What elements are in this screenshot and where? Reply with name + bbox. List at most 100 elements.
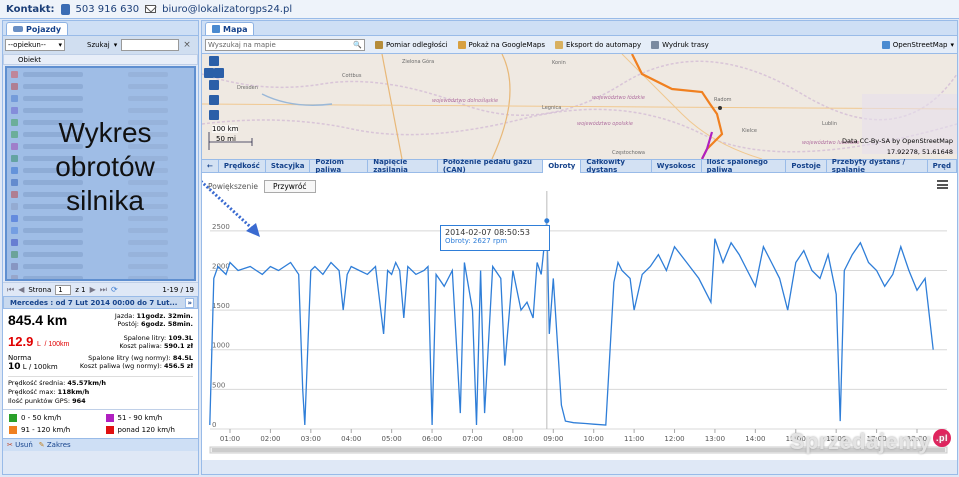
status-dot xyxy=(11,226,18,234)
chart-panel: Powiększenie Przywróć 0 500 1000 1500 2000 25… xyxy=(202,173,957,460)
prev-page-icon[interactable]: ◀ xyxy=(18,285,24,294)
fuel-consumption: 12.9 L / 100km xyxy=(8,334,69,349)
vehicles-grid[interactable]: Wykres obrotów silnika xyxy=(5,66,196,281)
grid-header-object[interactable]: Obiekt xyxy=(3,54,198,65)
tab-chart[interactable]: Pręd xyxy=(928,159,957,173)
map-view[interactable]: Cottbus Dresden Legnica Lublin Radom Kielce Cz… xyxy=(202,54,957,159)
status-dot xyxy=(11,214,18,222)
avg-speed-value: 45.57km/h xyxy=(67,379,107,387)
map-panel: Mapa Wyszukaj na mapie 🔍 Pomiar odległoś… xyxy=(201,20,958,475)
blurred-value xyxy=(128,107,168,113)
y-tick-label: 1500 xyxy=(212,302,230,310)
first-page-icon[interactable]: ⏮ xyxy=(7,285,14,295)
pager: ⏮ ◀ Strona 1 z 1 ▶ ⏭ ⟳ 1-19 / 19 xyxy=(3,282,198,296)
measure-distance-button[interactable]: Pomiar odległości xyxy=(375,40,448,49)
rpm-series-line xyxy=(209,220,934,426)
x-tick-label: 01:00 xyxy=(220,435,240,443)
table-row[interactable] xyxy=(7,236,194,248)
map-icon xyxy=(212,25,220,33)
tab-chart[interactable]: Prędkość xyxy=(219,159,266,173)
toolbar-label: Pomiar odległości xyxy=(386,40,448,49)
google-maps-button[interactable]: Pokaż na GoogleMaps xyxy=(457,40,545,49)
tab-chart[interactable]: Stacyjka xyxy=(266,159,311,173)
tab-chart[interactable]: Napięcie zasilania xyxy=(368,158,438,174)
tab-chart[interactable]: Poziom paliwa xyxy=(310,158,369,174)
tab-chart[interactable]: Postoje xyxy=(786,159,827,173)
page-range: 1-19 / 19 xyxy=(162,285,194,294)
fuel-used-value: 109.3L xyxy=(168,334,193,342)
table-row[interactable] xyxy=(7,104,194,116)
norm-fuel-label: Spalone litry (wg normy): xyxy=(88,354,171,362)
fuel-cost-label: Koszt paliwa: xyxy=(119,342,162,350)
watermark-logo: Sprzedajemy .pl xyxy=(790,429,951,455)
export-automapa-button[interactable]: Eksport do automapy xyxy=(554,40,641,49)
status-dot xyxy=(11,118,18,126)
fuel-cost-value: 590.1 zł xyxy=(163,342,193,350)
delete-tab[interactable]: ✂ Usuń xyxy=(7,441,33,449)
overlay-line: silnika xyxy=(66,185,144,216)
clear-search-icon[interactable]: × xyxy=(183,40,191,50)
table-row[interactable] xyxy=(7,68,194,80)
map-provider-value: OpenStreetMap xyxy=(892,40,948,49)
tab-vehicles[interactable]: Pojazdy xyxy=(6,22,69,35)
chevron-down-icon: ▾ xyxy=(113,41,118,49)
caretaker-select[interactable]: --opiekun-- ▾ xyxy=(5,39,65,51)
drive-time-value: 11godz. 32min. xyxy=(136,312,193,320)
tab-chart[interactable]: Całkowity dystans xyxy=(581,158,652,174)
fuel-unit-per: / 100km xyxy=(44,341,70,348)
tab-chart[interactable]: Wysokosc xyxy=(652,159,702,173)
map-scale-mi: 50 mi xyxy=(216,135,236,143)
legend-label: ponad 120 km/h xyxy=(117,426,175,434)
table-row[interactable] xyxy=(7,272,194,279)
x-tick-label: 05:00 xyxy=(382,435,402,443)
rpm-chart[interactable]: 0500100015002000250001:00 02:00 03:00 04:00… xyxy=(202,173,957,460)
blurred-name xyxy=(23,275,83,279)
collapse-icon[interactable]: » xyxy=(185,297,194,308)
table-row[interactable] xyxy=(7,92,194,104)
status-dot xyxy=(11,202,18,210)
vehicle-summary-title: Mercedes : od 7 Lut 2014 00:00 do 7 Lut.… xyxy=(10,298,178,307)
x-tick-label: 13:00 xyxy=(705,435,725,443)
tabs-scroll-left-icon[interactable]: ← xyxy=(202,159,219,173)
search-icon[interactable]: 🔍 xyxy=(353,41,362,49)
table-row[interactable] xyxy=(7,260,194,272)
refresh-icon[interactable]: ⟳ xyxy=(111,285,118,294)
map-search-input[interactable]: Wyszukaj na mapie 🔍 xyxy=(205,38,365,51)
status-dot xyxy=(11,274,18,279)
vehicle-search-input[interactable] xyxy=(121,39,180,51)
print-route-button[interactable]: Wydruk trasy xyxy=(651,40,709,49)
tab-chart[interactable]: Przebyty dystans / spalanie xyxy=(827,158,928,174)
car-icon xyxy=(13,26,23,32)
y-tick-label: 1000 xyxy=(212,342,230,350)
status-dot xyxy=(11,70,18,78)
toolbar-label: Wydruk trasy xyxy=(662,40,709,49)
svg-text:Dresden: Dresden xyxy=(237,85,258,91)
svg-text:Kielce: Kielce xyxy=(742,128,757,134)
next-page-icon[interactable]: ▶ xyxy=(90,285,96,294)
tab-chart[interactable]: Położenie pedału gazu (CAN) xyxy=(438,158,544,174)
map-search-placeholder: Wyszukaj na mapie xyxy=(208,40,276,49)
page-input[interactable]: 1 xyxy=(55,284,72,295)
last-page-icon[interactable]: ⏭ xyxy=(100,285,107,295)
y-tick-label: 2500 xyxy=(212,223,230,231)
blurred-name xyxy=(23,263,83,269)
range-tab[interactable]: ✎ Zakres xyxy=(39,441,71,449)
blurred-name xyxy=(23,95,83,101)
chevron-down-icon: ▾ xyxy=(58,41,62,49)
gps-points-label: Ilość punktów GPS: xyxy=(8,397,71,405)
tab-chart[interactable]: Ilość spalonego paliwa xyxy=(702,158,787,174)
range-tab-label: Zakres xyxy=(46,441,71,449)
map-provider-select[interactable]: OpenStreetMap ▾ xyxy=(881,40,954,49)
email-address[interactable]: biuro@lokalizatorgps24.pl xyxy=(162,4,292,15)
norm-value: 10 xyxy=(8,362,21,372)
status-dot xyxy=(11,154,18,162)
table-row[interactable] xyxy=(7,224,194,236)
tab-chart[interactable]: Obroty xyxy=(543,159,582,173)
table-row[interactable] xyxy=(7,248,194,260)
x-tick-label: 11:00 xyxy=(624,435,644,443)
phone-icon xyxy=(60,3,70,15)
table-row[interactable] xyxy=(7,80,194,92)
tab-map[interactable]: Mapa xyxy=(205,22,255,35)
vehicle-summary-header[interactable]: Mercedes : od 7 Lut 2014 00:00 do 7 Lut.… xyxy=(3,296,198,309)
status-dot xyxy=(11,262,18,270)
